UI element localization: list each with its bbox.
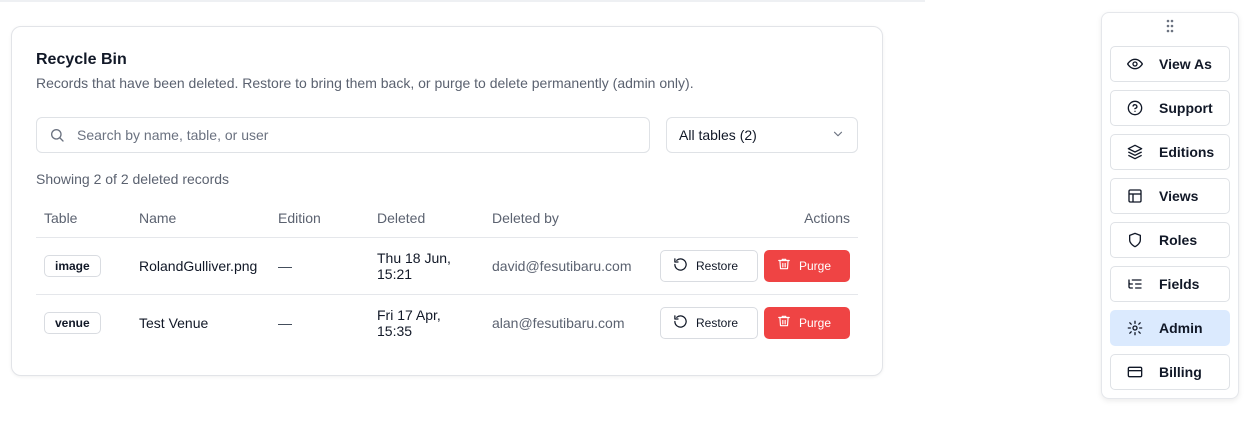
column-header-edition: Edition: [270, 199, 369, 238]
view-as-label: View As: [1159, 56, 1212, 72]
restore-icon: [673, 257, 688, 275]
record-edition: —: [278, 314, 292, 331]
view-as-button[interactable]: View As: [1110, 46, 1230, 82]
table-filter-value: All tables (2): [679, 127, 757, 143]
table-row: image RolandGulliver.png — Thu 18 Jun, 1…: [36, 237, 858, 295]
deleted-time-line: 15:35: [377, 322, 413, 339]
column-header-deleted-by: Deleted by: [484, 199, 644, 238]
help-circle-icon: [1127, 100, 1143, 116]
billing-label: Billing: [1159, 364, 1202, 380]
restore-label: Restore: [696, 315, 739, 330]
page-title: Recycle Bin: [36, 51, 127, 68]
eye-icon: [1127, 56, 1143, 72]
restore-label: Restore: [696, 258, 739, 273]
record-edition: —: [270, 237, 369, 295]
fields-label: Fields: [1159, 276, 1200, 292]
search-input[interactable]: [77, 127, 637, 143]
column-header-name: Name: [131, 199, 270, 238]
purge-button[interactable]: Purge: [764, 249, 850, 282]
editions-button[interactable]: Editions: [1110, 134, 1230, 170]
floating-tools-panel: View As Support Editions Views Roles Fie…: [1101, 12, 1239, 399]
column-header-table: Table: [36, 199, 131, 238]
list-tree-icon: [1127, 276, 1143, 292]
chevron-down-icon: [831, 127, 845, 144]
views-button[interactable]: Views: [1110, 178, 1230, 214]
record-name: Test Venue: [139, 314, 209, 331]
record-name: RolandGulliver.png: [131, 237, 270, 295]
records-count: Showing 2 of 2 deleted records: [36, 171, 230, 187]
record-deleted-date: Thu 18 Jun, 15:21: [369, 237, 484, 295]
restore-button[interactable]: Restore: [660, 306, 758, 339]
record-deleted-date: Fri 17 Apr, 15:35: [369, 294, 484, 351]
record-deleted-by: alan@fesutibaru.com: [492, 314, 625, 331]
fields-button[interactable]: Fields: [1110, 266, 1230, 302]
gear-icon: [1127, 320, 1143, 336]
layers-icon: [1127, 144, 1143, 160]
top-divider: [0, 0, 925, 2]
purge-label: Purge: [799, 258, 832, 273]
search-icon: [37, 127, 77, 143]
column-header-deleted: Deleted: [369, 199, 484, 238]
purge-button[interactable]: Purge: [764, 306, 850, 339]
layout-icon: [1127, 188, 1143, 204]
roles-label: Roles: [1159, 232, 1198, 248]
search-box[interactable]: [36, 117, 650, 153]
table-header-row: Table Name Edition Deleted Deleted by Ac…: [36, 199, 858, 238]
column-header-actions: Actions: [644, 199, 858, 238]
views-label: Views: [1159, 188, 1199, 204]
editions-label: Editions: [1159, 144, 1215, 160]
drag-handle-icon[interactable]: [1102, 17, 1238, 35]
admin-button[interactable]: Admin: [1110, 310, 1230, 346]
shield-icon: [1127, 232, 1143, 248]
table-badge: image: [44, 254, 101, 277]
deleted-date-line: Thu 18 Jun,: [377, 249, 451, 266]
table-filter-select[interactable]: All tables (2): [666, 117, 858, 153]
support-button[interactable]: Support: [1110, 90, 1230, 126]
record-deleted-by: david@fesutibaru.com: [484, 237, 644, 295]
recycle-bin-card: Recycle Bin Records that have been delet…: [11, 26, 883, 376]
trash-icon: [777, 314, 791, 331]
support-label: Support: [1159, 100, 1213, 116]
billing-button[interactable]: Billing: [1110, 354, 1230, 390]
credit-card-icon: [1127, 364, 1143, 380]
page-description: Records that have been deleted. Restore …: [36, 75, 694, 91]
deleted-date-line: Fri 17 Apr,: [377, 306, 441, 323]
admin-label: Admin: [1159, 320, 1203, 336]
table-badge: venue: [44, 311, 101, 334]
restore-button[interactable]: Restore: [660, 249, 758, 282]
table-row: venue Test Venue — Fri 17 Apr, 15:35 ala…: [36, 294, 858, 351]
deleted-records-table: Table Name Edition Deleted Deleted by Ac…: [36, 199, 858, 351]
purge-label: Purge: [799, 315, 832, 330]
restore-icon: [673, 314, 688, 332]
deleted-time-line: 15:21: [377, 265, 413, 282]
trash-icon: [777, 257, 791, 274]
roles-button[interactable]: Roles: [1110, 222, 1230, 258]
